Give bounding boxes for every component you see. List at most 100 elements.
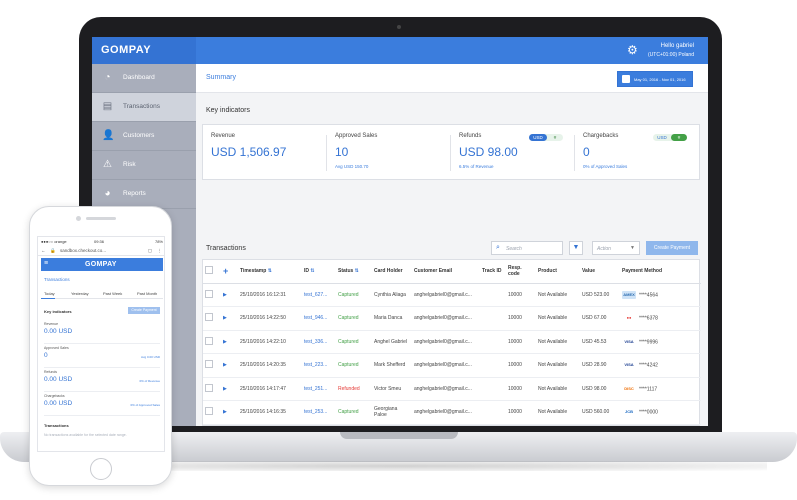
row-select-cell[interactable] <box>203 283 221 307</box>
cell-id[interactable]: test_946... <box>302 306 336 331</box>
sidebar-item-customers[interactable]: 👤 Customers <box>92 122 196 151</box>
row-select-cell[interactable] <box>203 377 221 401</box>
app-logo[interactable]: GOMPAY <box>101 44 151 56</box>
row-select-cell[interactable] <box>203 306 221 331</box>
tab-yesterday[interactable]: Yesterday <box>71 291 89 296</box>
kpi-divider <box>326 135 327 171</box>
menu-icon[interactable]: ≡ <box>44 260 48 267</box>
col-track-id[interactable]: Track ID <box>480 260 506 284</box>
sidebar-item-reports[interactable]: ◕ Reports <box>92 180 196 209</box>
cell-status: Captured <box>336 400 372 425</box>
create-payment-button[interactable]: Create Payment <box>646 241 698 255</box>
tab-past-week[interactable]: Past Week <box>103 291 122 296</box>
row-expand-cell[interactable]: ▶ <box>221 424 238 426</box>
col-timestamp[interactable]: Timestamp ⇅ <box>238 260 302 284</box>
row-checkbox[interactable] <box>205 383 213 392</box>
toggle-usd[interactable]: USD <box>529 134 547 141</box>
row-select-cell[interactable] <box>203 424 221 426</box>
browser-address-bar[interactable]: ← 🔒 sandbox.checkout.co... ▢ ⋮ <box>38 246 164 256</box>
cell-id[interactable]: test_251... <box>302 377 336 401</box>
row-expand-cell[interactable]: ▶ <box>221 283 238 307</box>
sidebar-item-label: Customers <box>123 132 155 139</box>
col-payment-method[interactable]: Payment Method <box>620 260 701 284</box>
sidebar-item-risk[interactable]: ⚠ Risk <box>92 151 196 180</box>
row-select-cell[interactable] <box>203 353 221 378</box>
action-select[interactable]: Action ▼ <box>592 241 640 255</box>
table-row[interactable]: ▶ 25/10/2016 16:12:31 test_627... Captured C… <box>203 283 701 307</box>
table-row[interactable]: ▶25/10/2016 14:14:29test_15F...CapturedR… <box>203 424 701 426</box>
row-expand-cell[interactable]: ▶ <box>221 377 238 401</box>
col-value[interactable]: Value <box>580 260 620 284</box>
plus-icon[interactable]: + <box>223 266 228 276</box>
table-row[interactable]: ▶ 25/10/2016 14:20:35 test_223... Captured M… <box>203 353 701 378</box>
col-resp-code[interactable]: Resp. code <box>506 260 536 284</box>
filter-button[interactable]: ▼ <box>569 241 583 255</box>
caret-right-icon[interactable]: ▶ <box>223 292 227 298</box>
sidebar-item-transactions[interactable]: ▤ Transactions <box>92 93 196 122</box>
sort-icon[interactable]: ⇅ <box>355 268 359 274</box>
caret-right-icon[interactable]: ▶ <box>223 315 227 321</box>
cell-id[interactable]: test_253... <box>302 400 336 425</box>
url-text[interactable]: sandbox.checkout.co... <box>60 248 106 253</box>
kpi-value: 0.00 USD <box>44 328 73 335</box>
col-product[interactable]: Product <box>536 260 580 284</box>
more-icon[interactable]: ⋮ <box>158 248 163 254</box>
select-all-cell[interactable] <box>203 260 221 284</box>
row-expand-cell[interactable]: ▶ <box>221 353 238 378</box>
date-range-picker[interactable]: May 01, 2016 - Nov 01, 2016 <box>617 71 693 87</box>
col-id[interactable]: ID ⇅ <box>302 260 336 284</box>
sidebar-item-dashboard[interactable]: ◔ Dashboard <box>92 64 196 93</box>
logo-box[interactable]: GOMPAY <box>92 37 196 64</box>
chargebacks-unit-toggle[interactable]: USD # <box>653 134 687 141</box>
toggle-percent[interactable]: # <box>671 134 687 141</box>
table-row[interactable]: ▶ 25/10/2016 14:22:50 test_946... Captured M… <box>203 306 701 331</box>
row-expand-cell[interactable]: ▶ <box>221 306 238 331</box>
col-status[interactable]: Status ⇅ <box>336 260 372 284</box>
cell-id[interactable]: test_223... <box>302 353 336 378</box>
main-content: Summary May 01, 2016 - Nov 01, 2016 Key … <box>196 64 708 426</box>
table-row[interactable]: ▶ 25/10/2016 14:22:10 test_336... Captured A… <box>203 330 701 354</box>
sort-icon[interactable]: ⇅ <box>268 268 272 274</box>
row-checkbox[interactable] <box>205 336 213 345</box>
tabs-icon[interactable]: ▢ <box>148 248 152 254</box>
row-checkbox[interactable] <box>205 360 213 369</box>
back-icon[interactable]: ← <box>41 248 46 253</box>
table-row[interactable]: ▶ 25/10/2016 14:16:35 test_253... Captured G… <box>203 400 701 425</box>
user-name[interactable]: Hello gabriel <box>661 43 694 49</box>
table-row[interactable]: ▶ 25/10/2016 14:17:47 test_251... Refunded V… <box>203 377 701 401</box>
caret-right-icon[interactable]: ▶ <box>223 339 227 345</box>
caret-right-icon[interactable]: ▶ <box>223 386 227 392</box>
caret-right-icon[interactable]: ▶ <box>223 409 227 415</box>
gear-icon[interactable]: ⚙ <box>627 43 638 57</box>
row-select-cell[interactable] <box>203 400 221 425</box>
card-last4: ****0000 <box>639 409 658 416</box>
toggle-percent[interactable]: # <box>547 134 563 141</box>
phone-logo[interactable]: GOMPAY <box>85 261 117 268</box>
row-expand-cell[interactable]: ▶ <box>221 330 238 354</box>
tab-past-month[interactable]: Past Month <box>137 291 157 296</box>
row-checkbox[interactable] <box>205 313 213 322</box>
cell-product: Not Available <box>536 330 580 354</box>
phone-screen: ●●●○○ orange 09:36 78% ← 🔒 sandbox.check… <box>37 236 165 452</box>
expand-all-cell[interactable]: + <box>221 260 238 284</box>
toggle-usd[interactable]: USD <box>653 134 671 141</box>
cell-id[interactable]: test_627... <box>302 283 336 307</box>
col-customer-email[interactable]: Customer Email <box>412 260 480 284</box>
row-checkbox[interactable] <box>205 407 213 416</box>
row-checkbox[interactable] <box>205 289 213 298</box>
cell-id[interactable]: test_15F... <box>302 424 336 426</box>
phone-create-payment-button[interactable]: Create Payment <box>128 307 160 314</box>
tab-today[interactable]: Today <box>44 291 55 296</box>
col-card-holder[interactable]: Card Holder <box>372 260 412 284</box>
search-input[interactable]: ⌕ Search <box>491 241 563 255</box>
caret-right-icon[interactable]: ▶ <box>223 362 227 368</box>
row-select-cell[interactable] <box>203 330 221 354</box>
phone-home-button[interactable] <box>90 458 112 480</box>
cell-product: Not Available <box>536 306 580 331</box>
refunds-unit-toggle[interactable]: USD # <box>529 134 563 141</box>
row-expand-cell[interactable]: ▶ <box>221 400 238 425</box>
cell-id[interactable]: test_336... <box>302 330 336 354</box>
cell-value: USD 560.00 <box>580 400 620 425</box>
select-all-checkbox[interactable] <box>205 266 213 275</box>
sort-icon[interactable]: ⇅ <box>310 268 314 274</box>
